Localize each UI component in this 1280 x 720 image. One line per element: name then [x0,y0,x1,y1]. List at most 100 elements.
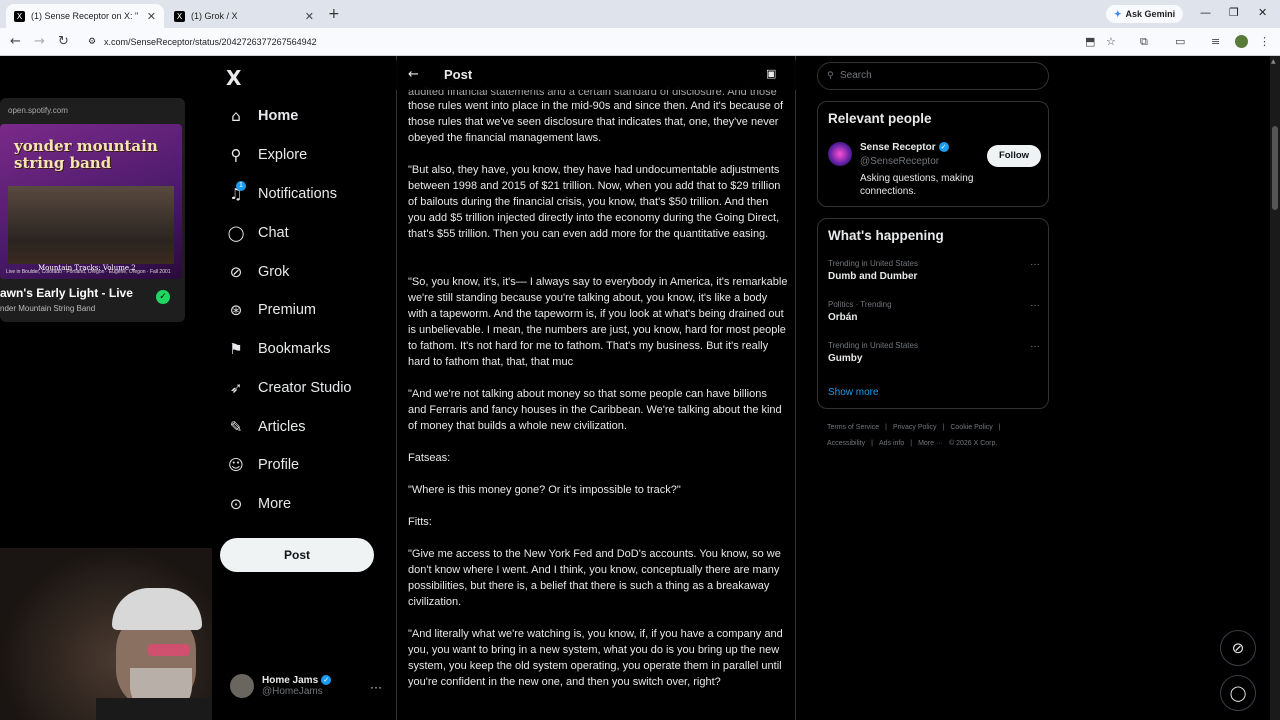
album-art: yonder mountain string band Live in Boul… [0,124,182,279]
trend-item[interactable]: Politics · Trending Orbán ··· [828,300,1040,323]
nav-creator-studio[interactable]: ➶ Creator Studio [226,373,352,403]
x-favicon-icon: X [174,10,185,22]
trend-context: Politics · Trending [828,300,892,309]
tab-grok[interactable]: X (1) Grok / X ✕ [166,4,322,28]
footer-separator: | [942,424,945,431]
trend-more-icon[interactable]: ··· [1030,259,1040,270]
extensions-icon[interactable]: ⧉ [1140,35,1148,49]
post-header: ← Post ▣ [396,60,796,90]
home-icon: ⌂ [231,107,241,125]
maximize-icon[interactable]: ❐ [1229,6,1239,19]
profile-avatar[interactable] [1235,35,1248,48]
bookmark-icon: ⚑ [229,340,243,358]
privacy-link[interactable]: Privacy Policy [893,424,937,431]
show-more-link[interactable]: Show more [828,387,879,398]
account-handle: @HomeJams [262,686,323,697]
person-bio: Asking questions, making connections. [860,173,974,197]
messages-float-icon[interactable]: ◯ [1220,675,1256,711]
post-button[interactable]: Post [220,538,374,572]
nav-more[interactable]: ⊙ More [226,489,291,519]
nav-profile[interactable]: ☺ Profile [226,450,299,480]
close-tab-icon[interactable]: ✕ [305,10,314,23]
scroll-up-icon[interactable]: ▲ [1271,58,1276,65]
bookmark-star-icon[interactable]: ☆ [1106,35,1116,48]
site-info-icon[interactable]: ⚙ [88,32,96,52]
account-switcher[interactable]: Home Jams ✓ @HomeJams [230,674,332,698]
footer-more-link[interactable]: More ··· [918,440,943,447]
nav-home[interactable]: ⌂ Home [226,101,298,131]
post-paragraph-tail: those rules went into place in the mid-9… [408,100,784,144]
nav-explore[interactable]: ⚲ Explore [226,140,308,170]
avatar[interactable] [828,142,852,166]
saved-check-icon[interactable]: ✓ [156,290,170,304]
article-icon: ✎ [229,418,243,436]
nav-bookmarks[interactable]: ⚑ Bookmarks [226,334,330,364]
account-more-icon[interactable]: ··· [370,680,382,694]
nav-chat[interactable]: ◯ Chat [226,218,289,248]
scrollbar-thumb[interactable] [1272,126,1278,210]
webcam-shirt [96,698,212,720]
search-input[interactable]: ⚲ Search [817,62,1049,90]
nav-label: Premium [258,302,317,318]
trend-name: Gumby [828,353,863,364]
follow-button[interactable]: Follow [987,145,1041,167]
trend-context: Trending in United States [828,259,918,268]
grok-icon: ⊘ [229,263,243,281]
nav-label: Home [258,108,299,124]
address-bar: ← → ↻ ⚙ x.com/SenseReceptor/status/20427… [0,28,1280,56]
grok-float-icon[interactable]: ⊘ [1220,630,1256,666]
cookie-link[interactable]: Cookie Policy [950,424,992,431]
trend-item[interactable]: Trending in United States Gumby ··· [828,341,1040,364]
ads-info-link[interactable]: Ads info [879,440,904,447]
nav-label: Articles [258,419,306,435]
close-tab-icon[interactable]: ✕ [147,10,156,23]
back-icon[interactable]: ← [10,34,21,49]
install-icon[interactable]: ⬒ [1085,35,1095,48]
post-paragraph: "So, you know, it's, it's— I always say … [408,276,788,368]
footer-separator: | [871,440,873,447]
post-paragraph: those rules went into place in the mid-9… [408,98,788,146]
track-artist: nder Mountain String Band [0,304,96,313]
gemini-sparkle-icon: ✦ [1114,8,1122,19]
footer-separator: | [998,424,1001,431]
nav-label: Creator Studio [258,380,352,396]
nav-label: Grok [258,264,290,280]
track-title: awn's Early Light - Live [0,286,133,300]
nav-premium[interactable]: ⊛ Premium [226,295,316,325]
url-field[interactable]: ⚙ x.com/SenseReceptor/status/20427263772… [80,32,1100,52]
forward-icon[interactable]: → [34,34,45,49]
reload-icon[interactable]: ↻ [58,34,69,49]
trend-more-icon[interactable]: ··· [1030,300,1040,311]
nav-label: Profile [258,457,300,473]
new-tab-icon[interactable]: + [328,6,340,22]
sidebar-icon[interactable]: ▭ [1175,35,1185,48]
accessibility-link[interactable]: Accessibility [827,440,865,447]
post-paragraph: "But also, they have, you know, they hav… [408,164,781,240]
footer-separator: | [910,440,913,447]
trend-item[interactable]: Trending in United States Dumb and Dumbe… [828,259,1040,282]
terms-link[interactable]: Terms of Service [827,424,879,431]
minimize-icon[interactable]: — [1200,6,1211,19]
search-icon: ⚲ [230,146,242,164]
webcam-glasses [148,644,190,656]
person-name[interactable]: Sense Receptor [860,142,936,153]
spotify-mini-player[interactable]: open.spotify.com yonder mountain string … [0,98,185,322]
person-handle: @SenseReceptor [860,156,940,167]
album-photo [8,186,174,264]
copyright: © 2026 X Corp. [948,440,998,447]
window-close-icon[interactable]: ✕ [1258,6,1267,19]
trend-more-icon[interactable]: ··· [1030,341,1040,352]
menu-icon[interactable]: ⋮ [1259,35,1270,48]
nav-grok[interactable]: ⊘ Grok [226,257,290,287]
verified-badge-icon: ✓ [321,675,332,686]
rocket-icon: ➶ [229,379,243,397]
reader-mode-icon[interactable]: ▣ [766,67,776,80]
post-paragraph: "Give me access to the New York Fed and … [408,548,781,608]
ask-gemini-button[interactable]: ✦ Ask Gemini [1106,5,1184,23]
back-arrow-icon[interactable]: ← [408,67,419,82]
media-icon[interactable]: ≡ [1211,35,1220,48]
nav-articles[interactable]: ✎ Articles [226,412,306,442]
account-name: Home Jams [262,675,319,686]
tab-sense-receptor[interactable]: X (1) Sense Receptor on X: " ✕ [6,4,164,28]
x-logo-icon[interactable]: X [226,66,241,90]
